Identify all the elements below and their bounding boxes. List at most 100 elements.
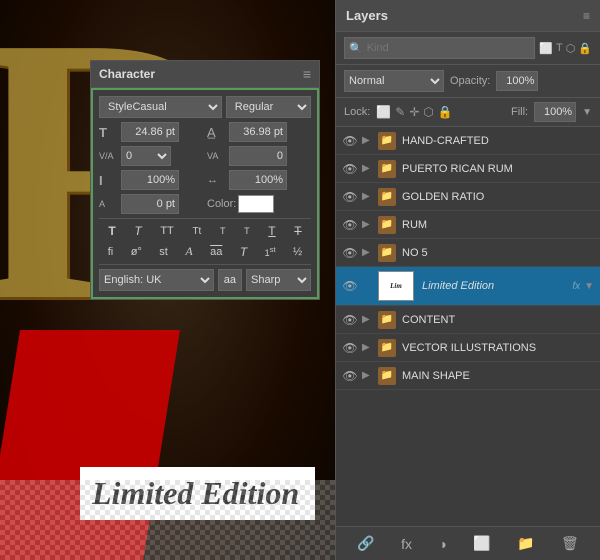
font-style-select[interactable]: Regular bbox=[226, 96, 311, 118]
font-size-input[interactable] bbox=[121, 122, 179, 142]
layer-expand-arrow[interactable]: ▶ bbox=[362, 219, 374, 230]
aa-button[interactable]: aa bbox=[218, 269, 242, 291]
smallcaps-button[interactable]: Tt bbox=[190, 223, 203, 239]
ligature-fi-button[interactable]: fi bbox=[106, 243, 116, 260]
checkered-background bbox=[0, 480, 335, 560]
layers-panel: Layers ≡ 🔍 ⬜ T ⬡ 🔒 Normal Opacity: Lock:… bbox=[335, 0, 600, 560]
ligatures-row: fi ø° st A aa T 1st ½ bbox=[99, 243, 311, 260]
layer-expand-arrow[interactable]: ▶ bbox=[362, 163, 374, 174]
blend-mode-select[interactable]: Normal bbox=[344, 70, 444, 92]
layer-folder-icon: 📁 bbox=[378, 160, 396, 178]
layer-expand-arrow[interactable]: ▶ bbox=[362, 370, 374, 381]
shape-filter-icon[interactable]: 🔒 bbox=[578, 42, 592, 55]
fx-icon[interactable]: fx bbox=[397, 534, 416, 554]
fraction-button[interactable]: ½ bbox=[291, 243, 304, 260]
adjustment-layer-icon[interactable]: ◑ bbox=[434, 534, 450, 554]
font-row: StyleCasual Regular bbox=[99, 96, 311, 118]
layer-visibility-toggle[interactable]: 👁 bbox=[342, 246, 358, 260]
horiz-scale-icon: ↔ bbox=[207, 174, 227, 186]
opacity-input[interactable] bbox=[496, 71, 538, 91]
layer-item[interactable]: 👁 ▶ 📁 GOLDEN RATIO bbox=[336, 183, 600, 211]
layers-menu-icon[interactable]: ≡ bbox=[583, 9, 590, 23]
ligature-st-button[interactable]: st bbox=[157, 243, 170, 260]
allcaps-button[interactable]: TT bbox=[158, 223, 175, 239]
layer-visibility-toggle[interactable]: 👁 bbox=[342, 134, 358, 148]
link-icon[interactable]: 🔗 bbox=[353, 533, 378, 554]
superscript-button[interactable]: T bbox=[218, 223, 228, 239]
vertical-scale-group: I bbox=[99, 170, 203, 190]
kerning-label: V/A bbox=[99, 151, 119, 161]
kerning-select[interactable]: 0 bbox=[121, 146, 171, 166]
lock-artboard-icon[interactable]: ⬡ bbox=[423, 105, 433, 119]
layer-fx-badge[interactable]: fx bbox=[572, 281, 580, 292]
layer-fx-arrow[interactable]: ▼ bbox=[584, 281, 594, 292]
layer-visibility-toggle[interactable]: 👁 bbox=[342, 190, 358, 204]
mask-icon[interactable]: ⬜ bbox=[469, 533, 494, 554]
baseline-group: A bbox=[99, 194, 203, 214]
style-buttons-row: T T TT Tt T T T T bbox=[99, 218, 311, 239]
antialiasing-select[interactable]: Sharp bbox=[246, 269, 311, 291]
tracking-input[interactable] bbox=[229, 146, 287, 166]
layer-item-selected[interactable]: 👁 ▶ Lim Limited Edition fx ▼ bbox=[336, 267, 600, 306]
layer-item[interactable]: 👁 ▶ 📁 PUERTO RICAN RUM bbox=[336, 155, 600, 183]
swash-button[interactable]: A bbox=[183, 243, 194, 260]
layer-expand-arrow[interactable]: ▶ bbox=[362, 247, 374, 258]
baseline-input[interactable] bbox=[121, 194, 179, 214]
layer-item[interactable]: 👁 ▶ 📁 HAND-CRAFTED bbox=[336, 127, 600, 155]
group-icon[interactable]: 📁 bbox=[513, 533, 538, 554]
layer-item[interactable]: 👁 ▶ 📁 RUM bbox=[336, 211, 600, 239]
panel-menu-icon[interactable]: ≡ bbox=[303, 66, 311, 82]
pixel-filter-icon[interactable]: ⬜ bbox=[539, 42, 553, 55]
horiz-scale-input[interactable] bbox=[229, 170, 287, 190]
lock-all-icon[interactable]: 🔒 bbox=[438, 105, 453, 119]
ligature-orn-button[interactable]: ø° bbox=[129, 243, 144, 260]
lock-brush-icon[interactable]: ✎ bbox=[395, 105, 405, 119]
adjustment-filter-icon[interactable]: T bbox=[556, 42, 563, 55]
oldstyle-button[interactable]: T bbox=[238, 243, 249, 260]
search-filter-icons: ⬜ T ⬡ 🔒 bbox=[539, 42, 592, 55]
layer-visibility-toggle[interactable]: 👁 bbox=[342, 162, 358, 176]
layer-visibility-toggle[interactable]: 👁 bbox=[342, 369, 358, 383]
layer-expand-arrow[interactable]: ▶ bbox=[362, 314, 374, 325]
fill-arrow[interactable]: ▼ bbox=[582, 107, 592, 118]
alt-button[interactable]: aa bbox=[208, 243, 224, 260]
lock-checkerboard-icon[interactable]: ⬜ bbox=[376, 105, 391, 119]
baseline-color-row: A Color: bbox=[99, 194, 311, 214]
character-panel-header: Character ≡ bbox=[91, 61, 319, 88]
layer-expand-arrow[interactable]: ▶ bbox=[362, 191, 374, 202]
type-filter-icon[interactable]: ⬡ bbox=[566, 42, 576, 55]
strikethrough-button[interactable]: T bbox=[292, 223, 303, 239]
font-family-select[interactable]: StyleCasual bbox=[99, 96, 222, 118]
layers-search-row: 🔍 ⬜ T ⬡ 🔒 bbox=[336, 32, 600, 65]
layer-item[interactable]: 👁 ▶ 📁 VECTOR ILLUSTRATIONS bbox=[336, 334, 600, 362]
layer-item[interactable]: 👁 ▶ 📁 NO 5 bbox=[336, 239, 600, 267]
vertical-scale-input[interactable] bbox=[121, 170, 179, 190]
layer-item[interactable]: 👁 ▶ 📁 CONTENT bbox=[336, 306, 600, 334]
layer-visibility-toggle[interactable]: 👁 bbox=[342, 218, 358, 232]
layer-expand-arrow[interactable]: ▶ bbox=[362, 135, 374, 146]
layer-folder-icon: 📁 bbox=[378, 367, 396, 385]
layer-thumbnail: Lim bbox=[378, 271, 414, 301]
subscript-button[interactable]: T bbox=[242, 223, 252, 239]
leading-input[interactable] bbox=[229, 122, 287, 142]
layer-visibility-toggle[interactable]: 👁 bbox=[342, 341, 358, 355]
layer-expand-arrow[interactable]: ▶ bbox=[362, 342, 374, 353]
fill-input[interactable] bbox=[534, 102, 576, 122]
layer-visibility-toggle[interactable]: 👁 bbox=[342, 313, 358, 327]
layer-name: NO 5 bbox=[402, 247, 594, 259]
layer-visibility-toggle[interactable]: 👁 bbox=[342, 279, 358, 293]
layer-name: PUERTO RICAN RUM bbox=[402, 163, 594, 175]
bold-button[interactable]: T bbox=[106, 223, 117, 239]
ordinal-button[interactable]: 1st bbox=[263, 243, 278, 260]
italic-button[interactable]: T bbox=[132, 223, 143, 239]
search-input[interactable] bbox=[367, 42, 531, 54]
layer-item[interactable]: 👁 ▶ 📁 MAIN SHAPE bbox=[336, 362, 600, 390]
delete-icon[interactable]: 🗑 bbox=[557, 533, 583, 554]
color-swatch[interactable] bbox=[238, 195, 274, 213]
font-size-icon: T bbox=[99, 125, 119, 140]
layer-name: CONTENT bbox=[402, 314, 594, 326]
layer-folder-icon: 📁 bbox=[378, 244, 396, 262]
underline-button[interactable]: T bbox=[266, 223, 277, 239]
lock-move-icon[interactable]: ✛ bbox=[409, 105, 419, 119]
language-select[interactable]: English: UK bbox=[99, 269, 214, 291]
